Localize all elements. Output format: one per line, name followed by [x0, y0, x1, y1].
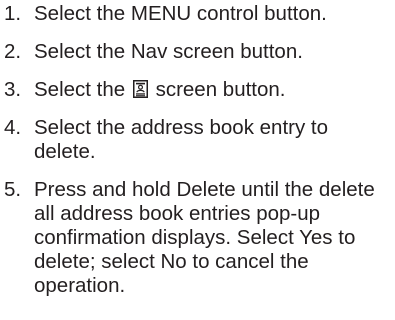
step-text: Select the address book entry to delete. — [34, 116, 329, 163]
step-number: 5. — [4, 178, 22, 201]
step-text-after-icon: screen button. — [155, 78, 286, 101]
step-2: 2. Select the Nav screen button. — [4, 40, 392, 64]
step-text: Select the Nav screen button. — [34, 40, 303, 63]
step-text: Select the MENU control button. — [34, 2, 327, 25]
instruction-list: 1. Select the MENU control button. 2. Se… — [4, 2, 392, 312]
step-number: 1. — [4, 2, 22, 25]
step-1: 1. Select the MENU control button. — [4, 2, 392, 26]
address-book-icon — [132, 80, 148, 98]
step-5: 5. Press and hold Delete until the delet… — [4, 178, 392, 298]
step-number: 4. — [4, 116, 22, 139]
step-text-with-icon: Select the screen button. — [34, 78, 392, 102]
step-text-before-icon: Select the — [34, 78, 126, 101]
step-4: 4. Select the address book entry to dele… — [4, 116, 392, 164]
step-text: Press and hold Delete until the delete a… — [34, 178, 375, 297]
step-3: 3. Select the screen button. — [4, 78, 392, 102]
step-number: 2. — [4, 40, 22, 63]
step-number: 3. — [4, 78, 22, 101]
